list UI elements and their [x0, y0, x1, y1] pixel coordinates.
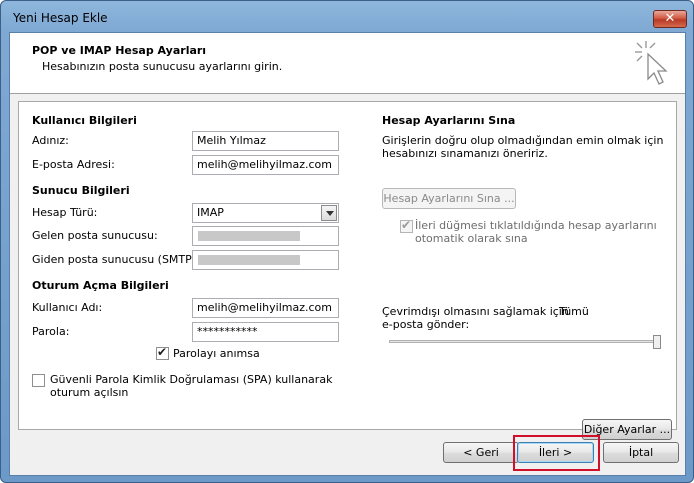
logon-info-section-title: Oturum Açma Bilgileri — [32, 279, 169, 292]
window-title: Yeni Hesap Ekle — [13, 11, 108, 25]
account-type-select[interactable]: IMAP — [192, 203, 339, 223]
close-button[interactable]: ✕ — [653, 10, 687, 28]
settings-panel: Kullanıcı Bilgileri Adınız: Melih Yılmaz… — [18, 101, 677, 440]
redacted-value — [198, 255, 300, 265]
redacted-value — [198, 231, 300, 241]
account-type-label: Hesap Türü: — [32, 206, 98, 219]
offline-slider-track[interactable] — [389, 340, 661, 343]
incoming-server-label: Gelen posta sunucusu: — [32, 229, 158, 242]
cancel-button[interactable]: İptal — [603, 442, 679, 463]
page-title: POP ve IMAP Hesap Ayarları — [32, 44, 207, 57]
offline-label-line1: Çevrimdışı olmasını sağlamak için — [382, 305, 569, 318]
chevron-down-icon[interactable] — [321, 205, 337, 221]
incoming-server-input[interactable] — [192, 226, 339, 246]
test-description-line2: hesabınızı sınamanızı öneririz. — [382, 147, 548, 160]
dialog-window: Yeni Hesap Ekle ✕ POP ve IMAP Hesap Ayar… — [0, 0, 694, 483]
server-info-section-title: Sunucu Bilgileri — [32, 184, 130, 197]
email-label: E-posta Adresi: — [32, 158, 115, 171]
user-info-section-title: Kullanıcı Bilgileri — [32, 114, 137, 127]
test-account-settings-button[interactable]: Hesap Ayarlarını Sına ... — [382, 188, 516, 209]
wizard-header: POP ve IMAP Hesap Ayarları Hesabınızın p… — [10, 33, 685, 94]
email-input[interactable]: melih@melihyilmaz.com — [192, 155, 339, 175]
test-description-line1: Girişlerin doğru olup olmadığından emin … — [382, 134, 664, 147]
password-label: Parola: — [32, 325, 70, 338]
dialog-client: POP ve IMAP Hesap Ayarları Hesabınızın p… — [9, 32, 686, 476]
outgoing-server-label: Giden posta sunucusu (SMTP): — [32, 253, 200, 266]
offline-slider-thumb[interactable] — [653, 335, 661, 349]
close-icon: ✕ — [664, 11, 676, 26]
test-settings-section-title: Hesap Ayarlarını Sına — [382, 114, 516, 127]
next-button[interactable]: İleri > — [517, 442, 594, 463]
outgoing-server-input[interactable] — [192, 250, 339, 270]
title-bar[interactable]: Yeni Hesap Ekle ✕ — [1, 1, 693, 33]
spa-label-line1: Güvenli Parola Kimlik Doğrulaması (SPA) … — [50, 373, 333, 386]
name-input[interactable]: Melih Yılmaz — [192, 131, 339, 151]
auto-test-label-line2: otomatik olarak sına — [415, 232, 528, 245]
username-input[interactable]: melih@melihyilmaz.com — [192, 298, 339, 318]
remember-password-checkbox[interactable] — [156, 345, 169, 360]
back-button[interactable]: < Geri — [443, 442, 519, 463]
spa-checkbox[interactable] — [32, 374, 45, 387]
offline-value: Tümü — [559, 305, 589, 318]
auto-test-checkbox[interactable] — [400, 218, 413, 233]
username-label: Kullanıcı Adı: — [32, 301, 103, 314]
auto-test-label-line1: İleri düğmesi tıklatıldığında hesap ayar… — [415, 219, 657, 232]
offline-label-line2: e-posta gönder: — [382, 318, 470, 331]
page-subtitle: Hesabınızın posta sunucusu ayarlarını gi… — [42, 60, 283, 73]
remember-password-label: Parolayı anımsa — [173, 347, 260, 360]
account-type-value: IMAP — [197, 206, 224, 219]
name-label: Adınız: — [32, 134, 69, 147]
password-input[interactable]: *********** — [192, 322, 339, 342]
cursor-click-icon — [635, 41, 668, 85]
spa-label-line2: oturum açılsın — [50, 386, 129, 399]
